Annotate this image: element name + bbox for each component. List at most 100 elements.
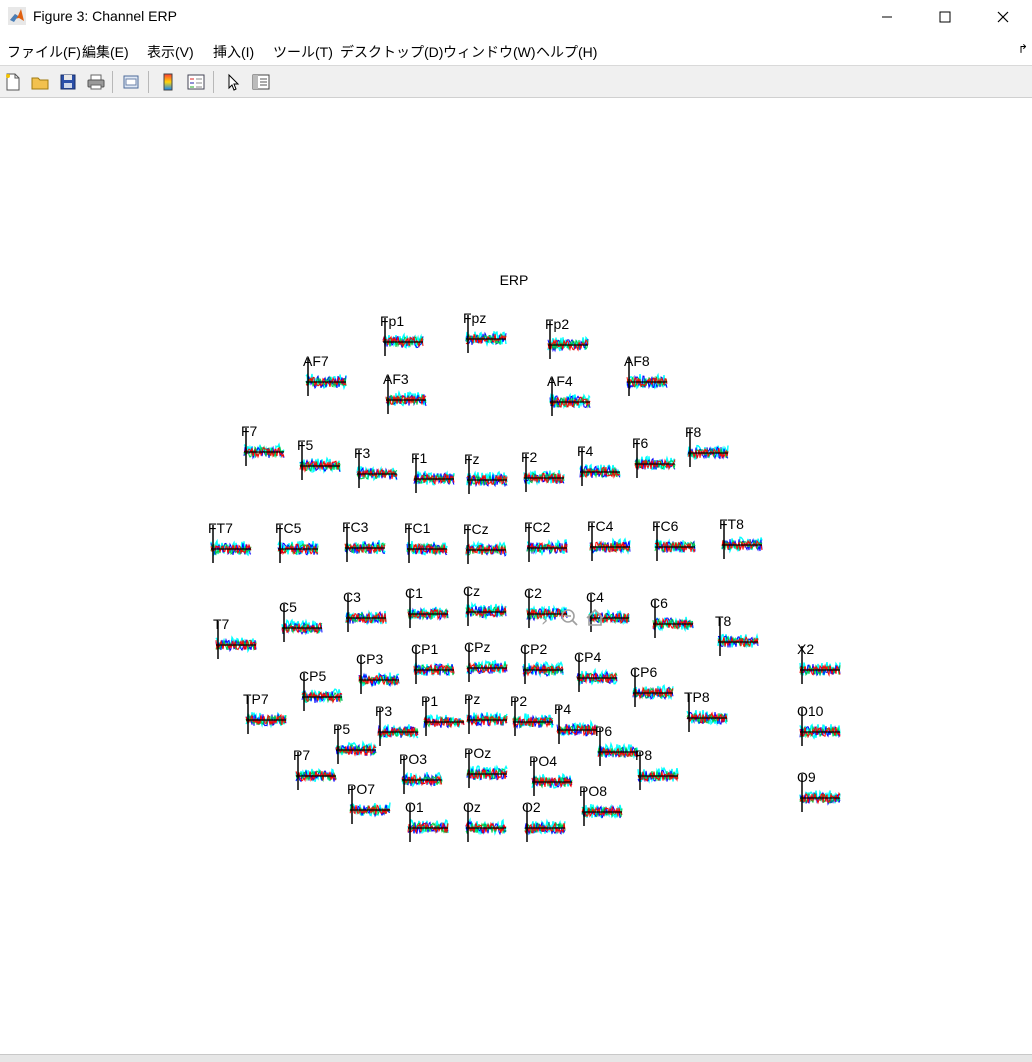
- channel-label: CP3: [356, 651, 383, 667]
- channel-label: F8: [685, 424, 702, 440]
- channel-p1: P1: [421, 693, 465, 736]
- property-inspector-button[interactable]: [250, 71, 272, 93]
- channel-label: AF4: [547, 373, 573, 389]
- save-icon: [60, 74, 76, 90]
- menu-view[interactable]: 表示(V): [147, 42, 194, 62]
- channel-fc4: FC4: [587, 518, 631, 561]
- menu-insert[interactable]: 挿入(I): [213, 42, 254, 62]
- channel-label: CPz: [464, 639, 490, 655]
- channel-label: C1: [405, 585, 423, 601]
- channel-o10: O10: [797, 703, 841, 746]
- channel-af3: AF3: [383, 371, 427, 414]
- print-button[interactable]: [85, 71, 107, 93]
- pointer-button[interactable]: [222, 71, 244, 93]
- channel-label: Pz: [464, 691, 480, 707]
- channel-ft7: FT7: [208, 520, 252, 563]
- channel-c6: C6: [650, 595, 694, 638]
- channel-label: TP8: [684, 689, 710, 705]
- channel-f1: F1: [411, 450, 455, 493]
- colorbar-icon: [163, 73, 173, 91]
- channel-c3: C3: [343, 589, 387, 632]
- channel-label: FT7: [208, 520, 233, 536]
- channel-label: C3: [343, 589, 361, 605]
- maximize-button[interactable]: [916, 0, 974, 33]
- channel-p8: P8: [635, 747, 679, 790]
- channel-label: FT8: [719, 516, 744, 532]
- channel-label: PO3: [399, 751, 427, 767]
- channel-p7: P7: [293, 747, 337, 790]
- channel-cp1: CP1: [411, 641, 455, 684]
- channel-fcz: FCz: [463, 521, 507, 564]
- channel-label: TP7: [243, 691, 269, 707]
- close-button[interactable]: [974, 0, 1032, 33]
- menu-tools[interactable]: ツール(T): [273, 42, 333, 62]
- link-plot-icon: [123, 75, 139, 89]
- channel-po8: PO8: [579, 783, 623, 826]
- channel-cp2: CP2: [520, 641, 564, 684]
- channel-label: P2: [510, 693, 527, 709]
- channel-p2: P2: [510, 693, 554, 736]
- channel-label: T7: [213, 616, 230, 632]
- channel-label: FC1: [404, 520, 431, 536]
- new-figure-button[interactable]: [2, 71, 24, 93]
- channel-label: CP6: [630, 664, 657, 680]
- menu-desktop[interactable]: デスクトップ(D): [340, 42, 443, 62]
- channel-f4: F4: [577, 443, 621, 486]
- channel-label: F7: [241, 423, 258, 439]
- channel-label: AF7: [303, 353, 329, 369]
- menu-bar: ファイル(F) 編集(E) 表示(V) 挿入(I) ツール(T) デスクトップ(…: [0, 38, 1032, 64]
- minimize-button[interactable]: [858, 0, 916, 33]
- legend-button[interactable]: [185, 71, 207, 93]
- channel-label: O1: [405, 799, 424, 815]
- channel-label: P8: [635, 747, 652, 763]
- channel-oz: Oz: [463, 799, 507, 842]
- channel-label: FC5: [275, 520, 302, 536]
- menu-help[interactable]: ヘルプ(H): [536, 42, 597, 62]
- menu-file[interactable]: ファイル(F): [7, 42, 81, 62]
- channel-label: O10: [797, 703, 824, 719]
- channel-pz: Pz: [464, 691, 508, 734]
- minimize-icon: [882, 16, 892, 17]
- print-icon: [87, 74, 105, 90]
- channel-p4: P4: [554, 701, 598, 744]
- channel-label: C2: [524, 585, 542, 601]
- channel-label: PO4: [529, 753, 557, 769]
- channel-label: F5: [297, 437, 314, 453]
- channel-label: AF3: [383, 371, 409, 387]
- channel-label: FC2: [524, 519, 551, 535]
- expand-icon[interactable]: ›: [541, 610, 548, 631]
- channel-p3: P3: [375, 703, 419, 746]
- channel-t8: T8: [715, 613, 759, 656]
- zoom-out-icon[interactable]: [561, 609, 578, 626]
- menu-window[interactable]: ウィンドウ(W): [443, 42, 536, 62]
- menu-edit[interactable]: 編集(E): [82, 42, 129, 62]
- channel-c5: C5: [279, 599, 323, 642]
- channel-cp5: CP5: [299, 668, 343, 711]
- channel-label: F6: [632, 435, 649, 451]
- menu-dock-arrow-icon[interactable]: ↱: [1018, 42, 1028, 56]
- channel-label: CP4: [574, 649, 601, 665]
- link-plot-button[interactable]: [120, 71, 142, 93]
- channel-label: F2: [521, 449, 538, 465]
- channel-af4: AF4: [547, 373, 591, 416]
- channel-poz: POz: [464, 745, 508, 788]
- save-button[interactable]: [57, 71, 79, 93]
- channel-fc2: FC2: [524, 519, 568, 562]
- channel-label: T8: [715, 613, 732, 629]
- channel-label: F3: [354, 445, 371, 461]
- colorbar-button[interactable]: [157, 71, 179, 93]
- channel-label: P1: [421, 693, 438, 709]
- channel-fp2: Fp2: [545, 316, 589, 359]
- channel-f2: F2: [521, 449, 565, 492]
- pointer-icon: [228, 73, 240, 91]
- channel-label: O9: [797, 769, 816, 785]
- open-file-button[interactable]: [29, 71, 51, 93]
- channel-f3: F3: [354, 445, 398, 488]
- channel-label: X2: [797, 641, 814, 657]
- channel-fc5: FC5: [275, 520, 319, 563]
- channel-erp-plot: ERP Fp1 Fpz Fp2 AF7 AF3 AF4 AF8 F7 F5 F3 F1 Fz F2 F4 F…: [208, 272, 841, 842]
- channel-p6: P6: [595, 723, 639, 766]
- channel-label: CP1: [411, 641, 438, 657]
- channel-po7: PO7: [347, 781, 391, 824]
- channel-label: FC4: [587, 518, 614, 534]
